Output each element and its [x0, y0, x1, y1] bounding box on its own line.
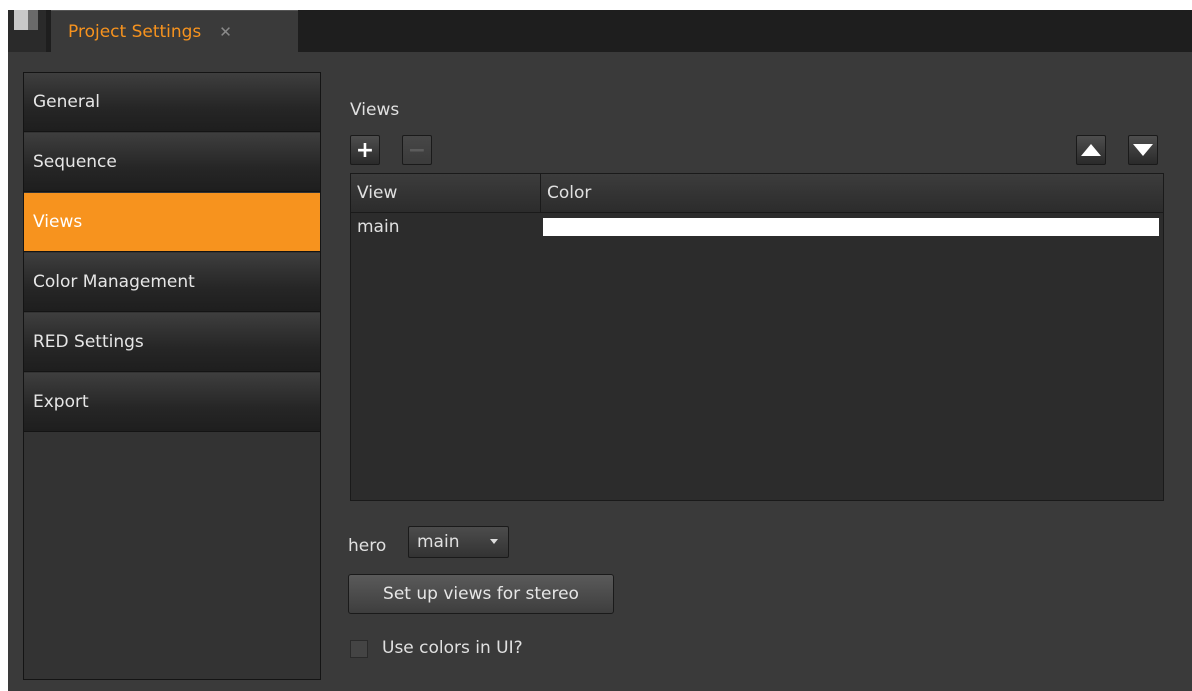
table-header: View Color — [351, 174, 1163, 213]
hero-select[interactable]: main — [408, 526, 509, 558]
tab-bar: Project Settings ✕ — [8, 10, 1192, 53]
setup-stereo-button[interactable]: Set up views for stereo — [348, 574, 614, 614]
move-up-button[interactable] — [1076, 135, 1106, 165]
use-colors-label: Use colors in UI? — [382, 638, 523, 658]
project-settings-window: Project Settings ✕ General Sequence View… — [8, 10, 1192, 691]
sidebar-item-red-settings[interactable]: RED Settings — [24, 313, 320, 372]
views-table: View Color main — [350, 173, 1164, 501]
arrow-up-icon — [1081, 144, 1101, 156]
pane-menu-grip[interactable] — [8, 10, 46, 52]
column-header-view[interactable]: View — [351, 174, 541, 212]
table-row[interactable]: main — [351, 214, 1163, 242]
minus-icon: − — [407, 137, 427, 163]
tab-project-settings[interactable]: Project Settings ✕ — [51, 10, 298, 53]
hero-label: hero — [348, 536, 387, 556]
add-view-button[interactable]: + — [350, 135, 380, 165]
settings-sidebar: General Sequence Views Color Management … — [23, 72, 321, 680]
views-content: Views + − View Color main hero main Set … — [348, 52, 1192, 691]
tab-title: Project Settings — [68, 22, 202, 42]
view-name-cell[interactable]: main — [357, 217, 399, 237]
hero-selected-value: main — [417, 532, 460, 552]
sidebar-item-color-management[interactable]: Color Management — [24, 253, 320, 312]
use-colors-checkbox[interactable] — [350, 640, 368, 658]
sidebar-item-general[interactable]: General — [24, 73, 320, 132]
close-icon[interactable]: ✕ — [219, 23, 232, 41]
settings-panel: General Sequence Views Color Management … — [8, 52, 1192, 691]
arrow-down-icon — [1133, 144, 1153, 156]
views-section-label: Views — [350, 100, 400, 120]
view-color-swatch[interactable] — [543, 218, 1159, 236]
move-down-button[interactable] — [1128, 135, 1158, 165]
sidebar-item-views[interactable]: Views — [24, 193, 320, 252]
plus-icon: + — [355, 137, 375, 163]
sidebar-item-sequence[interactable]: Sequence — [24, 133, 320, 192]
remove-view-button[interactable]: − — [402, 135, 432, 165]
chevron-down-icon — [490, 539, 498, 544]
sidebar-item-export[interactable]: Export — [24, 373, 320, 432]
column-header-color[interactable]: Color — [541, 174, 1163, 212]
